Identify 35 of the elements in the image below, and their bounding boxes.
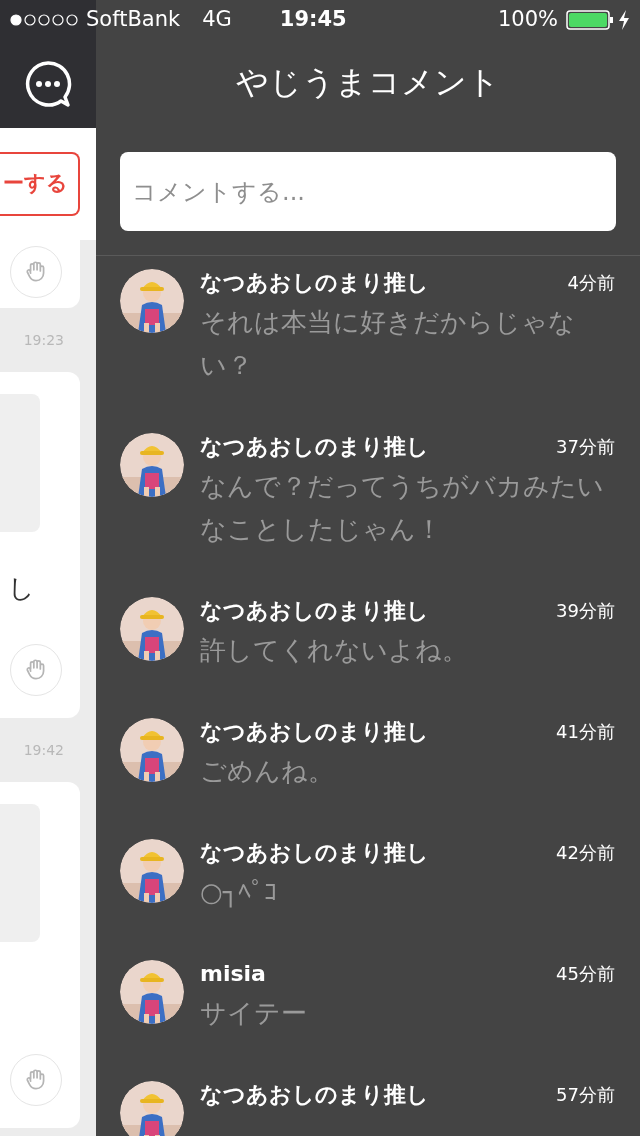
carrier-label: SoftBank (86, 6, 181, 34)
comment-time: 45分前 (556, 961, 615, 986)
comment-time: 41分前 (556, 719, 615, 744)
username: misia (200, 959, 266, 988)
battery-percentage: 100% (497, 6, 558, 34)
chat-bubble-icon[interactable] (23, 60, 73, 108)
username: なつあおしのまり推し (200, 432, 429, 461)
comment-time: 42分前 (556, 840, 615, 865)
comment-text: 許してくれないよね。 (200, 634, 469, 667)
username: なつあおしのまり推し (200, 838, 429, 867)
battery-icon (566, 10, 616, 30)
comment-text: それは本当に好きだからじゃない？ (200, 306, 576, 382)
comment-time: 57分前 (556, 1082, 615, 1107)
charging-icon (618, 10, 630, 30)
username: なつあおしのまり推し (200, 717, 429, 746)
clap-button[interactable] (10, 246, 62, 298)
comment-text: ごめんね。 (200, 755, 335, 788)
comment-text: なんで？だってうちがバカみたいなことしたじゃん！ (200, 470, 605, 546)
comment-field[interactable]: コメントする... (120, 152, 616, 231)
comment-text: サイテー (200, 997, 308, 1030)
post-text: し (8, 571, 35, 605)
username: なつあおしのまり推し (200, 596, 429, 625)
clap-button[interactable] (10, 1054, 62, 1106)
comment-text: ○┐ﾍﾟｺ (200, 876, 279, 910)
panel-title: やじうまコメント (236, 62, 500, 102)
signal-icon (10, 14, 80, 26)
comment-time: 37分前 (556, 434, 615, 459)
username: なつあおしのまり推し (200, 1080, 429, 1109)
follow-button[interactable]: ーする (0, 152, 80, 216)
clock: 19:45 (279, 6, 347, 34)
comment-time: 4分前 (567, 270, 615, 295)
clap-button[interactable] (10, 644, 62, 696)
network-label: 4G (202, 6, 232, 34)
username: なつあおしのまり推し (200, 268, 429, 297)
comment-time: 39分前 (556, 598, 615, 623)
